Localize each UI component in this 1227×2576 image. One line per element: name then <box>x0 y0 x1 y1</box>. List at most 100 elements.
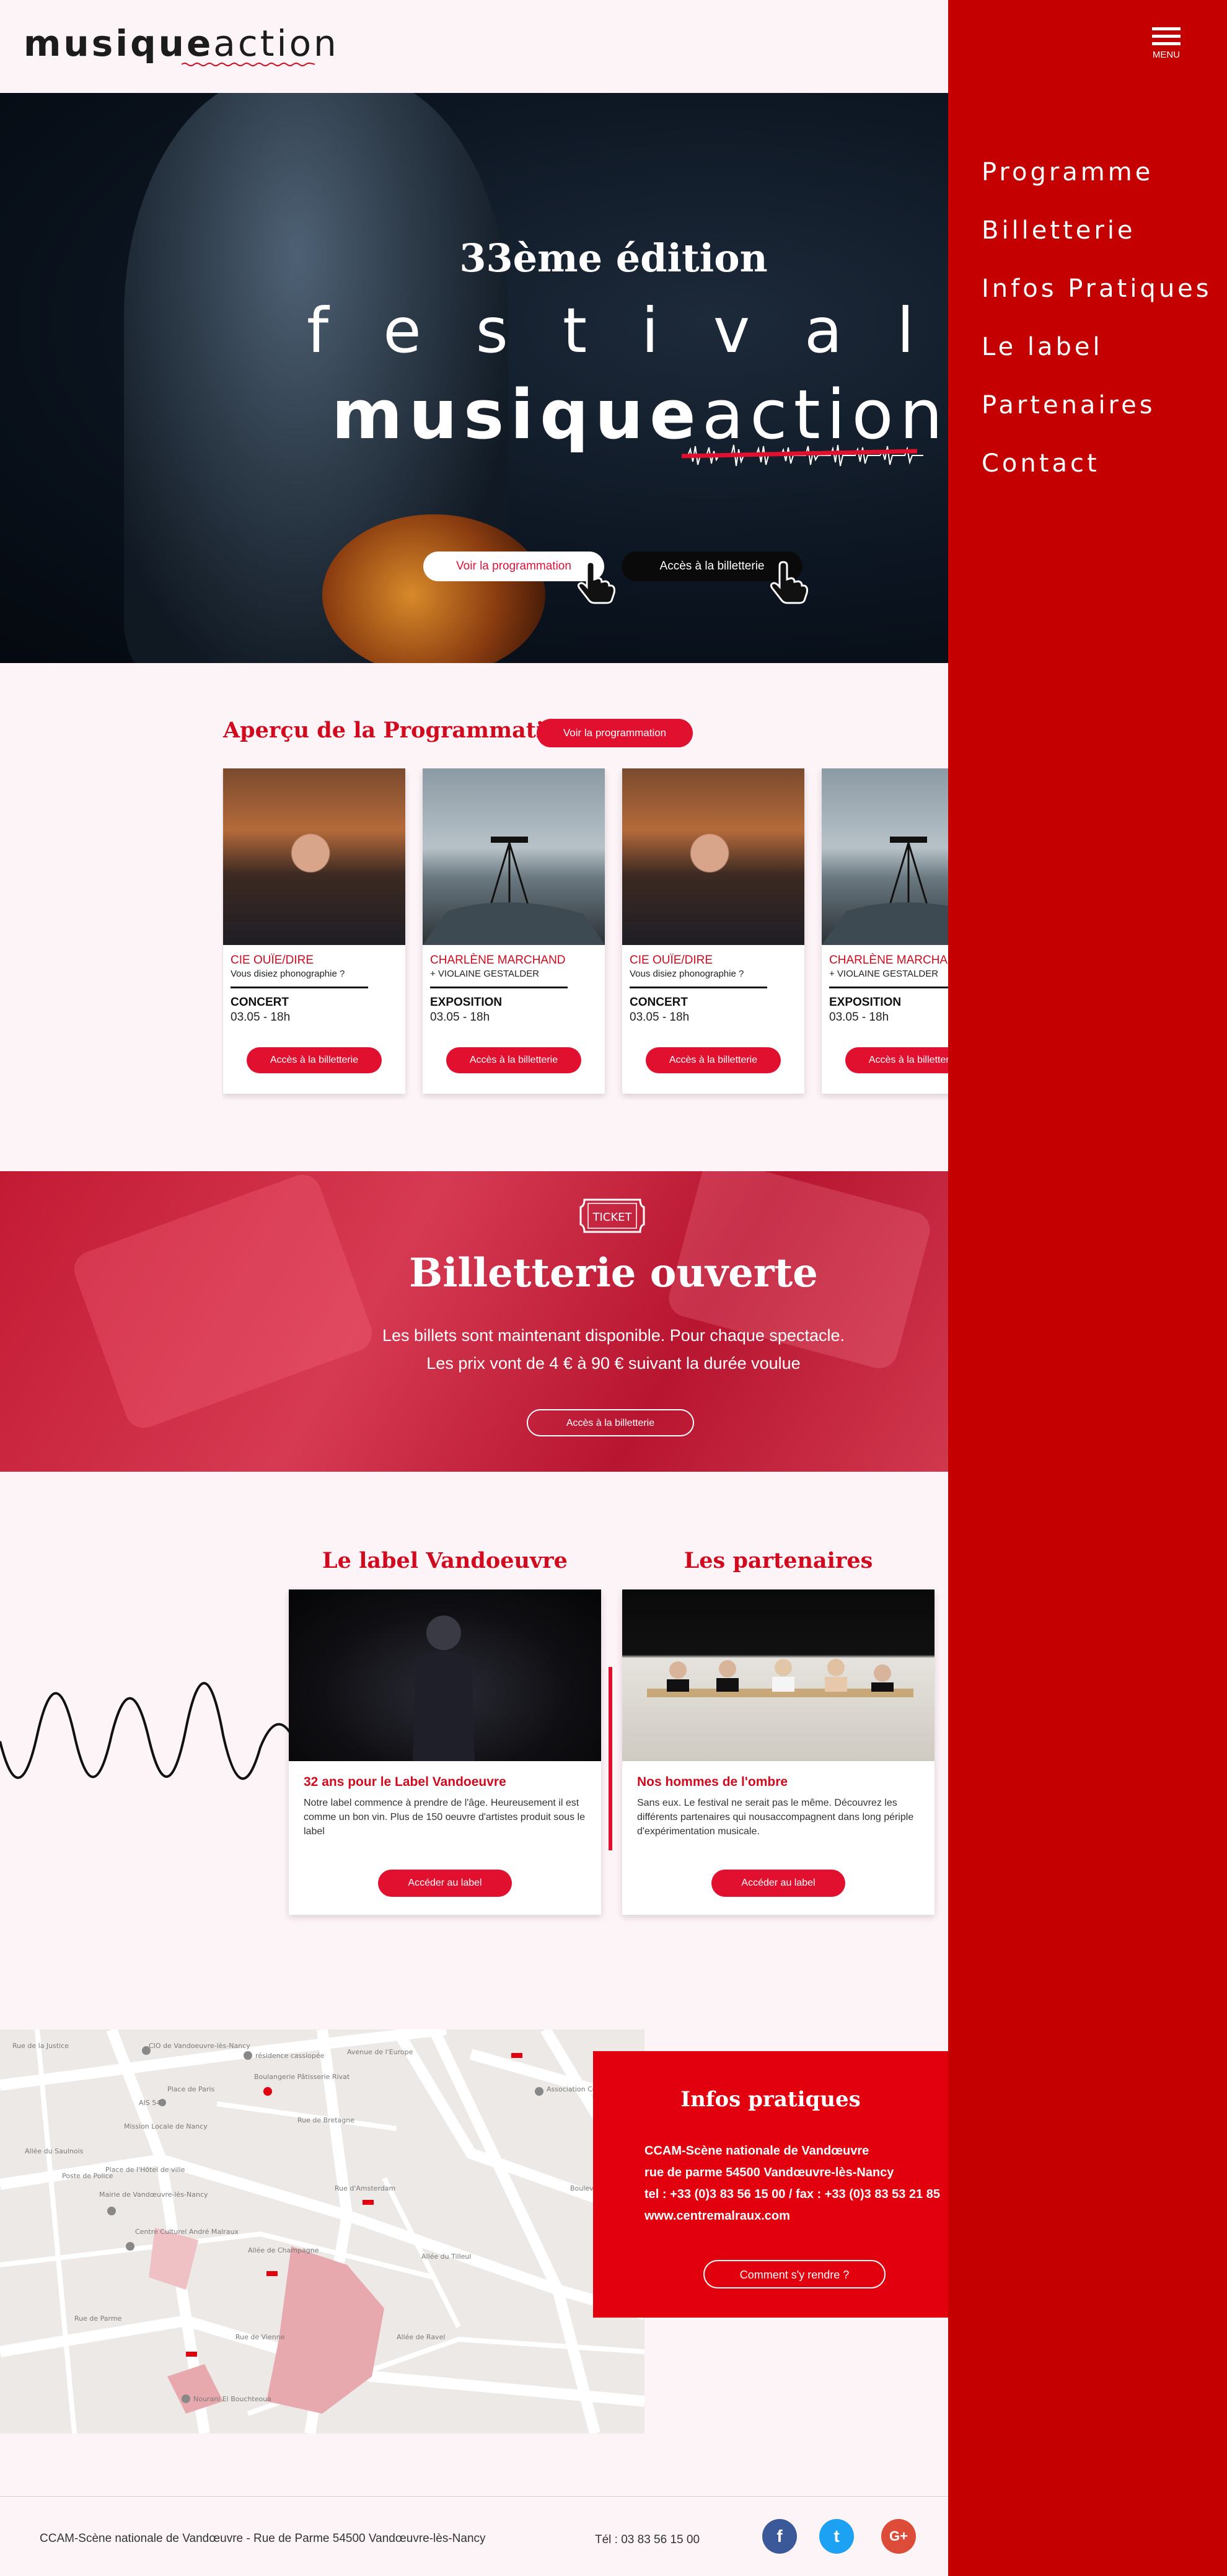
logo-wave-underline <box>182 63 315 66</box>
map-label: Allée du Tilleul <box>421 2253 471 2261</box>
billetterie-button[interactable]: Accès à la billetterie <box>527 1409 694 1436</box>
menu-item-infos-pratiques[interactable]: Infos Pratiques <box>982 275 1212 333</box>
event-date: 03.05 - 18h <box>630 1011 690 1024</box>
infos-website-link[interactable]: www.centremalraux.com <box>644 2209 790 2223</box>
performers-table-figure <box>647 1659 913 1697</box>
event-subtitle: + VIOLAINE GESTALDER <box>430 969 540 979</box>
partenaires-section-title: Les partenaires <box>684 1548 873 1573</box>
event-card: CIE OUÏE/DIRE Vous disiez phonographie ?… <box>622 768 804 1094</box>
map-label: AIS 54 <box>139 2099 161 2107</box>
site-logo[interactable]: musiqueaction <box>24 22 339 66</box>
event-billetterie-button[interactable]: Accès à la billetterie <box>646 1047 781 1073</box>
event-subtitle: + VIOLAINE GESTALDER <box>829 969 939 979</box>
map-label: Mairie de Vandœuvre-lès-Nancy <box>99 2191 208 2199</box>
twitter-icon[interactable]: t <box>819 2519 854 2554</box>
ticket-icon-text: TICKET <box>592 1211 632 1224</box>
event-image <box>423 768 605 945</box>
billetterie-title: Billetterie ouverte <box>409 1250 818 1296</box>
menu-item-contact[interactable]: Contact <box>982 449 1212 508</box>
event-kind: EXPOSITION <box>430 996 503 1009</box>
programmation-button[interactable]: Voir la programmation <box>537 719 693 747</box>
partenaires-card: Nos hommes de l'ombre Sans eux. Le festi… <box>622 1589 935 1915</box>
menu-item-partenaires[interactable]: Partenaires <box>982 391 1212 449</box>
partenaires-card-text: Sans eux. Le festival ne serait pas le m… <box>637 1798 914 1837</box>
event-kind: EXPOSITION <box>829 996 902 1009</box>
location-map[interactable]: CIO de Vandoeuvre-lès-Nancy résidence ca… <box>0 2029 644 2433</box>
map-label: Boulangerie Pâtisserie Rivat <box>254 2073 350 2081</box>
event-card: CIE OUÏE/DIRE Vous disiez phonographie ?… <box>223 768 405 1094</box>
infos-line: rue de parme 54500 Vandœuvre-lès-Nancy <box>644 2166 894 2179</box>
hamburger-icon <box>1135 27 1197 45</box>
event-card: CHARLÈNE MARCHAND + VIOLAINE GESTALDER E… <box>822 768 948 1094</box>
footer-divider <box>0 2496 948 2497</box>
map-streets: CIO de Vandoeuvre-lès-Nancy résidence ca… <box>0 2029 644 2433</box>
divider <box>829 987 948 988</box>
menu-button[interactable]: MENU <box>1135 27 1197 71</box>
event-card: CHARLÈNE MARCHAND + VIOLAINE GESTALDER E… <box>423 768 605 1094</box>
event-image <box>822 768 948 945</box>
event-kind: CONCERT <box>630 996 688 1009</box>
event-kind: CONCERT <box>231 996 289 1009</box>
event-name: CIE OUÏE/DIRE <box>630 954 713 967</box>
wave-decoration <box>0 1682 297 1780</box>
hand-pointer-icon <box>770 561 808 604</box>
menu-list: Programme Billetterie Infos Pratiques Le… <box>982 158 1212 508</box>
google-plus-icon[interactable]: G+ <box>881 2519 916 2554</box>
event-billetterie-button[interactable]: Accès à la billetterie <box>247 1047 382 1073</box>
hero-edition: 33ème édition <box>459 235 768 281</box>
event-image <box>223 768 405 945</box>
event-billetterie-button[interactable]: Accès à la billetterie <box>446 1047 581 1073</box>
event-subtitle: Vous disiez phonographie ? <box>630 969 744 979</box>
directions-button[interactable]: Comment s'y rendre ? <box>703 2260 886 2288</box>
map-label: Avenue de l'Europe <box>347 2048 413 2056</box>
partenaires-card-title: Nos hommes de l'ombre <box>637 1775 788 1789</box>
label-card: 32 ans pour le Label Vandoeuvre Notre la… <box>289 1589 601 1915</box>
infos-title: Infos pratiques <box>680 2087 861 2112</box>
map-label: Rue d'Amsterdam <box>335 2184 395 2192</box>
footer-address: CCAM-Scène nationale de Vandœuvre - Rue … <box>40 2532 486 2545</box>
tripod-microphone-icon <box>423 837 605 945</box>
event-subtitle: Vous disiez phonographie ? <box>231 969 345 979</box>
event-date: 03.05 - 18h <box>231 1011 291 1024</box>
hero-wave-underline <box>682 444 923 467</box>
event-date: 03.05 - 18h <box>829 1011 889 1024</box>
ticket-icon: TICKET <box>579 1198 645 1233</box>
tripod-microphone-icon <box>822 837 948 945</box>
map-label: Rue de la Justice <box>12 2042 69 2050</box>
menu-item-le-label[interactable]: Le label <box>982 333 1212 391</box>
label-card-text: Notre label commence à prendre de l'âge.… <box>304 1798 585 1837</box>
event-name: CHARLÈNE MARCHAND <box>430 954 566 967</box>
facebook-icon[interactable]: f <box>762 2519 797 2554</box>
divider <box>430 987 568 988</box>
programmation-title: Aperçu de la Programmation <box>223 718 575 743</box>
map-label: Rue de Parme <box>74 2314 122 2323</box>
map-label: Place de l'Hôtel de ville <box>105 2166 185 2174</box>
event-name: CHARLÈNE MARCHAND <box>829 954 948 967</box>
menu-item-programme[interactable]: Programme <box>982 158 1212 216</box>
event-billetterie-button[interactable]: Accès à la billetterie <box>845 1047 948 1073</box>
label-card-title: 32 ans pour le Label Vandoeuvre <box>304 1775 506 1789</box>
divider <box>630 987 767 988</box>
hand-pointer-icon <box>577 561 615 604</box>
map-label: Allée de Champagne <box>248 2246 319 2254</box>
map-label: Rue de Bretagne <box>297 2116 354 2124</box>
map-label: résidence cassiopée <box>255 2052 325 2060</box>
infos-line: CCAM-Scène nationale de Vandœuvre <box>644 2144 869 2158</box>
map-label: Allée de Ravel <box>397 2333 445 2341</box>
map-label: CIO de Vandoeuvre-lès-Nancy <box>149 2042 250 2050</box>
accent-vertical-line <box>609 1667 612 1850</box>
label-section-title: Le label Vandoeuvre <box>322 1548 568 1573</box>
label-button[interactable]: Accéder au label <box>378 1870 512 1897</box>
hero-guitar-shape <box>322 514 545 663</box>
map-label: Place de Paris <box>167 2085 214 2093</box>
partenaires-image <box>622 1589 935 1761</box>
map-label: Centre Culturel André Malraux <box>135 2228 239 2236</box>
label-image <box>289 1589 601 1761</box>
event-date: 03.05 - 18h <box>430 1011 490 1024</box>
billetterie-banner <box>0 1171 948 1472</box>
infos-pratiques-panel: Infos pratiques CCAM-Scène nationale de … <box>593 2051 948 2318</box>
infos-line: tel : +33 (0)3 83 56 15 00 / fax : +33 (… <box>644 2187 940 2201</box>
programmation-cards: CIE OUÏE/DIRE Vous disiez phonographie ?… <box>222 768 948 1100</box>
partenaires-button[interactable]: Accéder au label <box>711 1870 845 1897</box>
map-label: Allée du Saulnois <box>25 2147 84 2155</box>
